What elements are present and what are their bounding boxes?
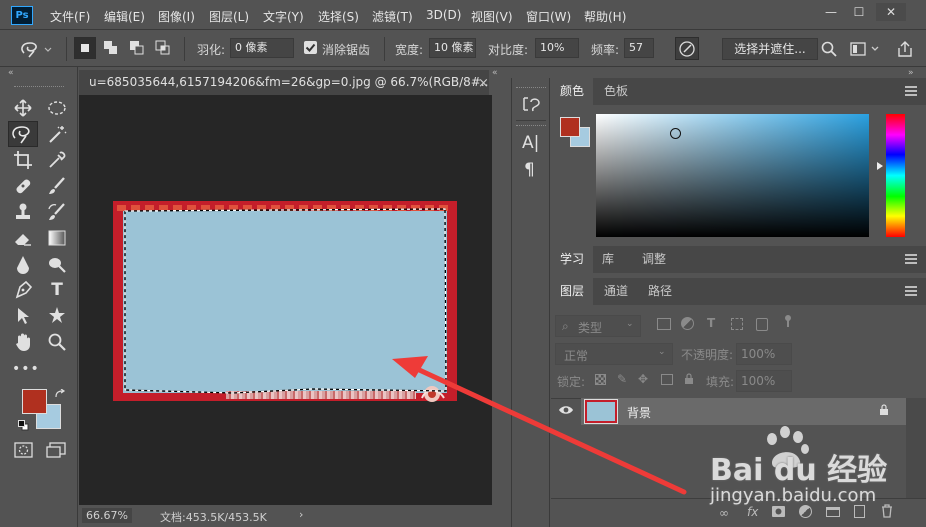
- watermark-brand: Bai du 经验: [710, 453, 888, 488]
- baidu-watermark: Bai du 经验 jingyan.baidu.com: [700, 425, 920, 515]
- watermark-url: jingyan.baidu.com: [710, 485, 877, 506]
